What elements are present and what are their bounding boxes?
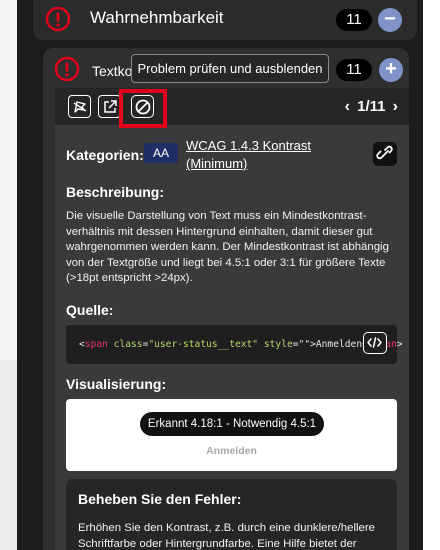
visualization-label: Visualisierung: xyxy=(66,376,167,392)
next-issue-button[interactable]: › xyxy=(390,98,401,115)
wcag-criterion-link[interactable]: WCAG 1.4.3 Kontrast (Minimum) xyxy=(186,137,326,173)
exclamation-circle-icon xyxy=(54,56,80,82)
level-badge: AA xyxy=(144,143,178,163)
open-element-button[interactable] xyxy=(98,95,121,118)
preview-sample-text: Anmelden xyxy=(206,445,257,457)
fix-text: Erhöhen Sie den Kontrast, z.B. durch ein… xyxy=(78,522,375,550)
issue-count-badge: 11 xyxy=(336,59,372,81)
category-count-badge: 11 xyxy=(336,9,372,31)
exclamation-circle-icon xyxy=(45,6,71,32)
description-label: Beschreibung: xyxy=(66,184,165,200)
category-row-wahrnehmbarkeit[interactable]: Wahrnehmbarkeit 11 − xyxy=(33,0,417,40)
source-label: Quelle: xyxy=(66,302,114,318)
previous-issue-button[interactable]: ‹ xyxy=(342,98,353,115)
expand-issue-button[interactable]: + xyxy=(379,58,403,82)
copy-link-button[interactable] xyxy=(373,142,397,166)
contrast-ratio-badge: Erkannt 4.18:1 - Notwendig 4.5:1 xyxy=(140,412,324,436)
fix-title: Beheben Sie den Fehler: xyxy=(78,491,242,507)
category-title: Wahrnehmbarkeit xyxy=(90,8,224,27)
issue-title: Textko xyxy=(92,63,133,79)
issue-pager: ‹ 1/11 › xyxy=(342,98,401,116)
highlight-frame xyxy=(119,89,167,128)
hide-issue-tooltip: Problem prüfen und ausblenden xyxy=(131,54,329,83)
page-background-shade xyxy=(0,360,17,550)
categories-label: Kategorien: xyxy=(66,147,144,163)
ignore-issue-button[interactable] xyxy=(68,95,91,118)
page-background-left xyxy=(0,0,17,550)
description-text: Die visuelle Darstellung von Text muss e… xyxy=(66,210,389,285)
source-code: <span class="user-status__text" style=""… xyxy=(79,339,403,350)
pager-count: 1/11 xyxy=(357,98,386,115)
external-link-icon xyxy=(103,99,117,113)
code-brackets-icon xyxy=(367,337,382,348)
view-code-button[interactable] xyxy=(363,332,387,354)
collapse-category-button[interactable]: − xyxy=(378,8,402,32)
chain-link-icon xyxy=(376,145,393,160)
flag-ignore-icon xyxy=(73,100,86,113)
